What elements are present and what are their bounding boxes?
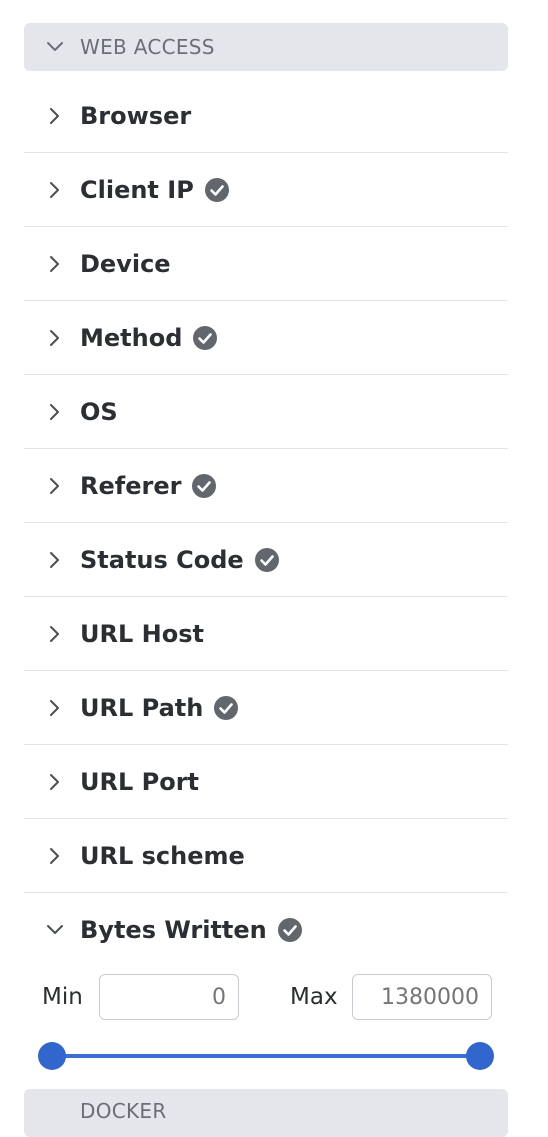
field-label: Bytes Written: [80, 916, 267, 944]
chevron-right-icon: [50, 551, 59, 568]
field-label: Client IP: [80, 175, 194, 204]
field-label: URL Port: [80, 767, 200, 796]
section-title: WEB ACCESS: [80, 35, 215, 59]
check-circle-icon: [193, 325, 218, 350]
field-row-referer[interactable]: Referer: [24, 449, 508, 523]
field-label: Browser: [80, 101, 192, 130]
field-label: OS: [80, 397, 118, 426]
min-label: Min: [42, 984, 83, 1010]
field-row-status-code[interactable]: Status Code: [24, 523, 508, 597]
field-row-method[interactable]: Method: [24, 301, 508, 375]
chevron-right-icon: [50, 477, 59, 494]
max-input[interactable]: [352, 974, 492, 1020]
section-header-web-access[interactable]: WEB ACCESS: [24, 23, 508, 71]
chevron-right-icon: [50, 255, 59, 272]
section-title: DOCKER: [80, 1099, 167, 1123]
field-label: URL Host: [80, 619, 204, 648]
chevron-right-icon: [50, 699, 59, 716]
range-slider-track[interactable]: [52, 1054, 480, 1058]
field-row-url-port[interactable]: URL Port: [24, 745, 508, 819]
chevron-right-icon: [50, 403, 59, 420]
field-row-os[interactable]: OS: [24, 375, 508, 449]
check-circle-icon: [204, 177, 229, 202]
range-slider-min-handle[interactable]: [38, 1042, 66, 1070]
chevron-right-icon: [50, 181, 59, 198]
field-row-browser[interactable]: Browser: [24, 79, 508, 153]
field-label: Device: [80, 249, 171, 278]
check-circle-icon: [254, 547, 279, 572]
field-label: Method: [80, 323, 183, 352]
check-circle-icon: [277, 918, 302, 942]
range-slider-max-handle[interactable]: [466, 1042, 494, 1070]
chevron-right-icon: [50, 329, 59, 346]
field-label: Referer: [80, 471, 182, 500]
field-row-url-scheme[interactable]: URL scheme: [24, 819, 508, 893]
max-label: Max: [290, 984, 338, 1010]
chevron-down-icon: [47, 42, 63, 51]
field-row-client-ip[interactable]: Client IP: [24, 153, 508, 227]
section-header-docker[interactable]: DOCKER: [24, 1089, 508, 1137]
field-row-bytes-written[interactable]: Bytes Written: [24, 893, 508, 967]
field-label: Status Code: [80, 545, 244, 574]
field-label: URL scheme: [80, 841, 245, 870]
check-circle-icon: [214, 695, 239, 720]
chevron-down-icon: [47, 925, 63, 934]
min-input[interactable]: [99, 974, 239, 1020]
field-row-url-host[interactable]: URL Host: [24, 597, 508, 671]
bytes-written-range: Min Max: [24, 966, 508, 1086]
chevron-right-icon: [50, 625, 59, 642]
check-circle-icon: [192, 473, 217, 498]
field-row-device[interactable]: Device: [24, 227, 508, 301]
chevron-right-icon: [50, 107, 59, 124]
field-label: URL Path: [80, 693, 204, 722]
chevron-right-icon: [50, 847, 59, 864]
field-row-url-path[interactable]: URL Path: [24, 671, 508, 745]
chevron-right-icon: [50, 773, 59, 790]
